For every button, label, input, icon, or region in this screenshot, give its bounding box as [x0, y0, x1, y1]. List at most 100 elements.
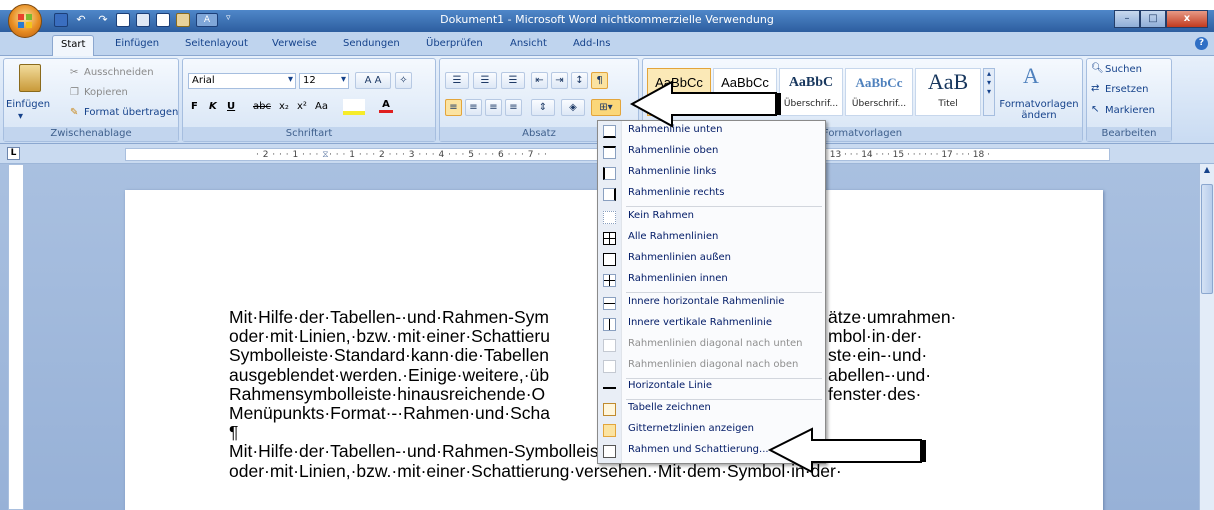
clear-formatting-icon[interactable]: ✧	[395, 72, 412, 89]
menu-item-no-border[interactable]: Kein Rahmen	[598, 207, 825, 228]
menu-item-label: Rahmenlinie unten	[628, 124, 723, 135]
style-name: Überschrif...	[851, 99, 907, 109]
menu-item-border-left[interactable]: Rahmenlinie links	[598, 163, 825, 184]
menu-item-inside-borders[interactable]: Rahmenlinien innen	[598, 270, 825, 291]
menu-item-border-right[interactable]: Rahmenlinie rechts	[598, 184, 825, 205]
paste-dropdown-icon[interactable]: ▾	[18, 111, 23, 122]
style-no-spacing[interactable]: AaBbCc	[713, 68, 777, 116]
menu-item-show-gridlines[interactable]: Gitternetzlinien anzeigen	[598, 420, 825, 441]
subscript-icon[interactable]: x₂	[279, 101, 289, 112]
font-size-dropdown-icon[interactable]: ▾	[341, 74, 346, 85]
menu-item-all-borders[interactable]: Alle Rahmenlinien	[598, 228, 825, 249]
scrollbar-thumb[interactable]	[1201, 184, 1213, 294]
paste-icon[interactable]	[19, 64, 41, 92]
tab-selector-icon[interactable]: L	[7, 147, 20, 160]
menu-item-label: Innere horizontale Rahmenlinie	[628, 296, 785, 307]
close-button[interactable]: x	[1166, 10, 1208, 28]
show-formatting-marks-icon[interactable]: ¶	[591, 72, 608, 89]
superscript-icon[interactable]: x²	[297, 101, 307, 112]
tab-seitenlayout[interactable]: Seitenlayout	[185, 38, 248, 49]
tab-add-ins[interactable]: Add-Ins	[573, 38, 610, 49]
style-standard[interactable]: AaBbCc	[647, 68, 711, 116]
tab-sendungen[interactable]: Sendungen	[343, 38, 400, 49]
inside-horizontal-border-icon	[603, 297, 616, 310]
menu-item-borders-and-shading[interactable]: Rahmen und Schattierung...	[598, 441, 825, 462]
numbering-icon[interactable]: ☰	[473, 72, 497, 89]
menu-item-outside-borders[interactable]: Rahmenlinien außen	[598, 249, 825, 270]
style-name: Überschrif...	[783, 99, 839, 109]
format-painter-button[interactable]: Format übertragen	[84, 107, 178, 118]
change-case-icon[interactable]: Aa	[315, 101, 328, 112]
no-border-icon	[603, 211, 616, 224]
menu-item-border-top[interactable]: Rahmenlinie oben	[598, 142, 825, 163]
styles-scroll-icon[interactable]: ▴ ▾ ▾	[983, 68, 995, 116]
font-name-dropdown-icon[interactable]: ▾	[288, 74, 293, 85]
line-spacing-icon[interactable]: ⇕	[531, 99, 555, 116]
increase-indent-icon[interactable]: ⇥	[551, 72, 568, 89]
office-button[interactable]	[8, 4, 42, 38]
borders-dropdown-button[interactable]: ⊞▾	[591, 99, 621, 116]
font-color-icon[interactable]: A	[379, 99, 393, 113]
inside-vertical-border-icon	[603, 318, 616, 331]
tab-ansicht[interactable]: Ansicht	[510, 38, 547, 49]
window-title: Dokument1 - Microsoft Word nichtkommerzi…	[440, 13, 774, 26]
find-button[interactable]: Suchen	[1105, 64, 1142, 75]
paste-button[interactable]: Einfügen	[6, 99, 50, 110]
bullets-icon[interactable]: ☰	[445, 72, 469, 89]
justify-icon[interactable]: ≡	[505, 99, 522, 116]
window-controls: – □ x	[1114, 10, 1208, 30]
align-left-icon[interactable]: ≡	[445, 99, 462, 116]
decrease-indent-icon[interactable]: ⇤	[531, 72, 548, 89]
tab-ueberpruefen[interactable]: Überprüfen	[426, 38, 483, 49]
strikethrough-icon[interactable]: abc	[253, 101, 271, 112]
cut-button[interactable]: Ausschneiden	[84, 67, 154, 78]
italic-icon[interactable]: K	[209, 101, 217, 112]
sort-icon[interactable]: ↕	[571, 72, 588, 89]
text-fragment: mbol·in·der·	[828, 326, 923, 347]
tab-start[interactable]: Start	[52, 35, 95, 56]
font-name-box[interactable]: Arial	[188, 73, 296, 89]
replace-button[interactable]: Ersetzen	[1105, 84, 1148, 95]
help-icon[interactable]: ?	[1195, 37, 1208, 50]
scroll-up-arrow-icon[interactable]: ▲	[1201, 165, 1213, 179]
bold-icon[interactable]: F	[191, 101, 198, 112]
ribbon-tabs: Start Einfügen Seitenlayout Verweise Sen…	[0, 32, 1214, 56]
underline-icon[interactable]: U	[227, 101, 235, 112]
font-group: Arial ▾ 12 ▾ A A ✧ F K U abc x₂ x² Aa A …	[182, 58, 436, 142]
font-group-label: Schriftart	[183, 127, 435, 141]
horizontal-line-icon	[603, 381, 616, 394]
highlight-icon[interactable]	[343, 99, 365, 115]
menu-item-diagonal-down: Rahmenlinien diagonal nach unten	[598, 335, 825, 356]
menu-item-draw-table[interactable]: Tabelle zeichnen	[598, 399, 825, 420]
grow-shrink-font-icon[interactable]: A A	[355, 72, 391, 89]
border-bottom-icon	[603, 125, 616, 138]
multilevel-list-icon[interactable]: ☰	[501, 72, 525, 89]
select-button[interactable]: Markieren	[1105, 105, 1155, 116]
align-right-icon[interactable]: ≡	[485, 99, 502, 116]
menu-item-diagonal-up: Rahmenlinien diagonal nach oben	[598, 356, 825, 377]
border-right-icon	[603, 188, 616, 201]
style-heading-1[interactable]: AaBbC Überschrif...	[779, 68, 843, 116]
menu-item-label: Innere vertikale Rahmenlinie	[628, 317, 772, 328]
align-center-icon[interactable]: ≡	[465, 99, 482, 116]
menu-item-inside-vertical[interactable]: Innere vertikale Rahmenlinie	[598, 314, 825, 335]
shading-icon[interactable]: ◈	[561, 99, 585, 116]
menu-item-label: Horizontale Linie	[628, 380, 713, 391]
style-title[interactable]: AaB Titel	[915, 68, 981, 116]
change-styles-button[interactable]: Formatvorlagen ändern	[999, 99, 1079, 121]
clipboard-group-label: Zwischenablage	[4, 127, 178, 141]
border-top-icon	[603, 146, 616, 159]
vertical-scrollbar[interactable]: ▲	[1199, 164, 1214, 510]
menu-item-label: Kein Rahmen	[628, 210, 694, 221]
copy-button[interactable]: Kopieren	[84, 87, 128, 98]
text-line: oder·mit·Linien,·bzw.·mit·einer·Schattie…	[229, 460, 842, 481]
style-preview: AaBbC	[788, 75, 834, 90]
restore-button[interactable]: □	[1140, 10, 1166, 28]
tab-einfuegen[interactable]: Einfügen	[115, 38, 159, 49]
style-heading-2[interactable]: AaBbCc Überschrif...	[845, 68, 913, 116]
tab-verweise[interactable]: Verweise	[272, 38, 317, 49]
minimize-button[interactable]: –	[1114, 10, 1140, 28]
menu-item-horizontal-line[interactable]: Horizontale Linie	[598, 377, 825, 398]
menu-item-inside-horizontal[interactable]: Innere horizontale Rahmenlinie	[598, 293, 825, 314]
menu-item-border-bottom[interactable]: Rahmenlinie unten	[598, 121, 825, 142]
